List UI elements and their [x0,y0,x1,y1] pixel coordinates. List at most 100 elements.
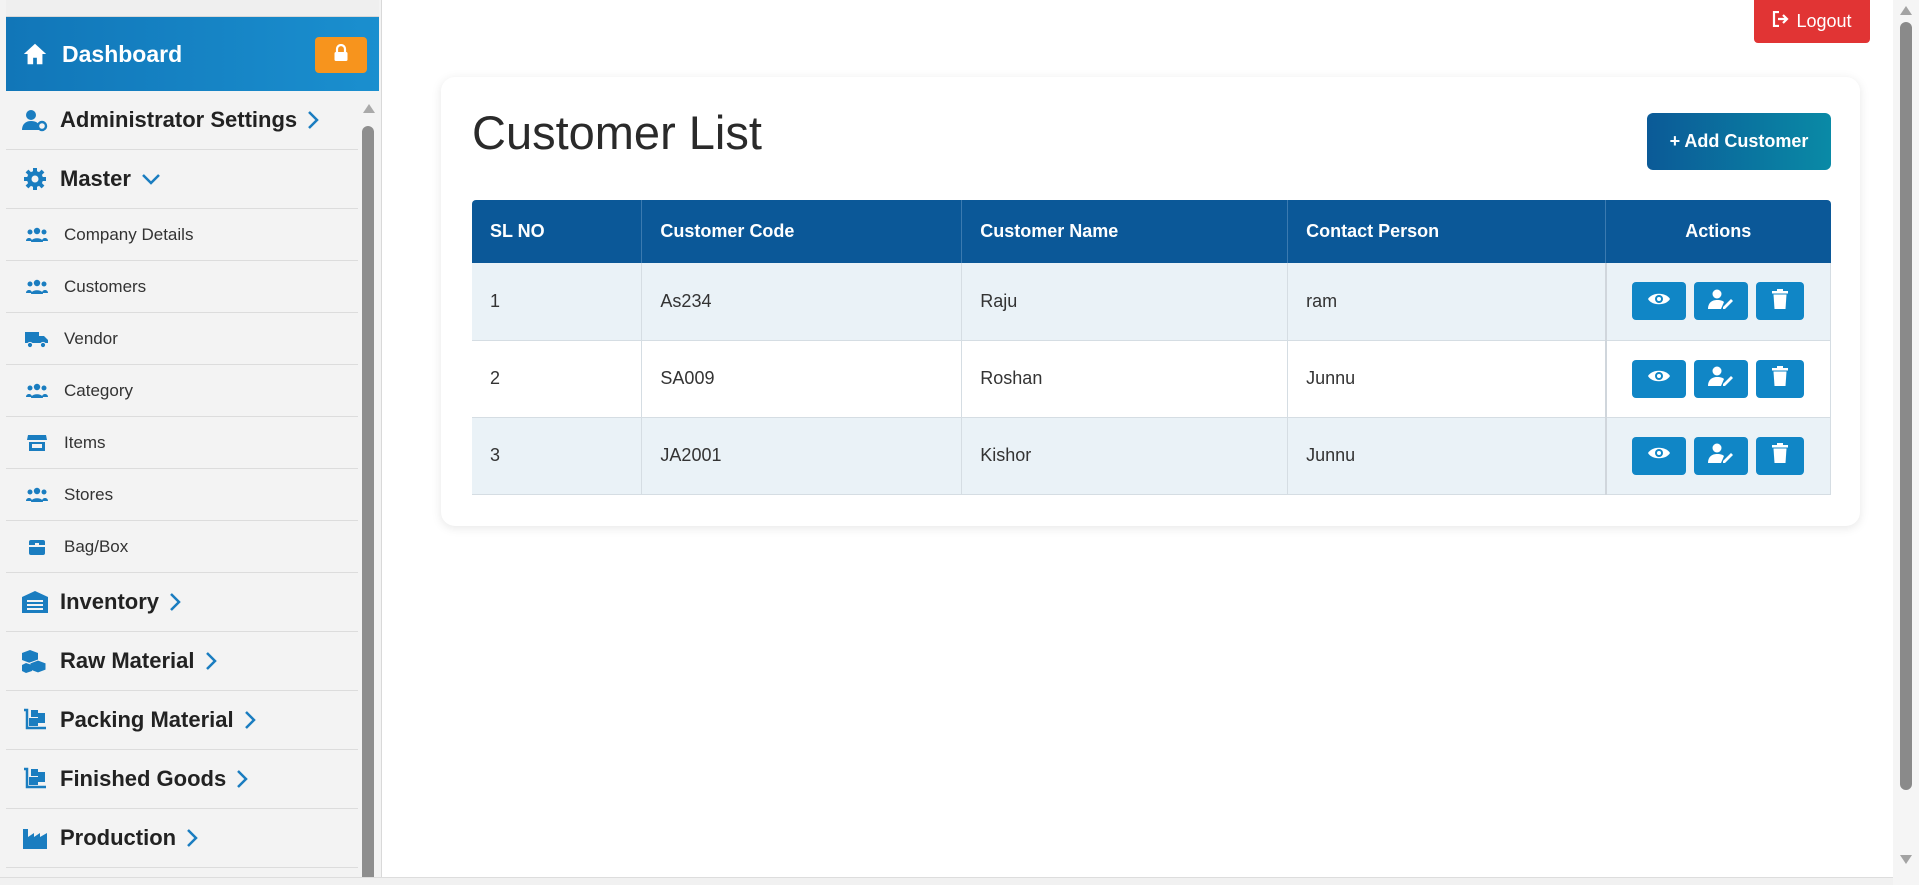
lock-button[interactable] [315,37,367,73]
sidebar: Dashboard Administrator Settings Master [0,0,382,885]
sidebar-item-company-details[interactable]: Company Details [6,209,358,261]
edit-button[interactable] [1694,282,1749,321]
dolly-icon [22,707,48,733]
table-row: 1 As234 Raju ram [472,263,1831,341]
boxes-icon [22,648,48,674]
sidebar-item-dashboard[interactable]: Dashboard [6,17,379,91]
edit-button[interactable] [1694,436,1749,475]
page-scrollbar[interactable] [1893,0,1919,885]
column-header: Contact Person [1287,200,1606,263]
column-header: Customer Name [961,200,1289,263]
view-button[interactable] [1632,359,1687,398]
user-edit-icon [1708,366,1734,391]
delete-button[interactable] [1756,436,1805,475]
sidebar-item-stores[interactable]: Stores [6,469,358,521]
delete-button[interactable] [1756,282,1805,321]
sidebar-item-label: Inventory [60,589,160,614]
users-icon [24,482,50,508]
sidebar-top-strip [6,0,379,17]
sidebar-item-label: Stores [64,484,114,504]
lock-icon [333,43,349,67]
scroll-up-arrow-icon[interactable] [363,104,375,113]
scroll-down-arrow-icon[interactable] [1900,855,1912,864]
gear-icon [22,166,48,192]
sidebar-item-category[interactable]: Category [6,365,358,417]
users-icon [24,222,50,248]
table-cell: 2 [472,340,643,418]
table-cell: Raju [961,263,1289,341]
sidebar-item-label: Bag/Box [64,536,129,556]
user-edit-icon [1708,443,1734,468]
column-header: SL NO [472,200,643,263]
eye-icon [1647,445,1671,466]
sign-out-icon [1772,10,1790,32]
sidebar-item-customers[interactable]: Customers [6,261,358,313]
view-button[interactable] [1632,282,1687,321]
sidebar-item-bag-box[interactable]: Bag/Box [6,521,358,573]
table-cell: Kishor [961,417,1289,495]
dashboard-label: Dashboard [62,40,183,67]
table-cell: 1 [472,263,643,341]
table-cell: JA2001 [641,417,963,495]
table-cell: 3 [472,417,643,495]
customer-list-card: Customer List + Add Customer SL NO Custo… [441,77,1860,526]
sidebar-item-label: Administrator Settings [60,107,298,132]
sidebar-item-label: Raw Material [60,648,195,673]
table-cell: Roshan [961,340,1289,418]
sidebar-item-administrator-settings[interactable]: Administrator Settings [6,91,358,150]
column-header: Customer Code [641,200,963,263]
add-customer-button[interactable]: + Add Customer [1647,113,1831,170]
table-cell: As234 [641,263,963,341]
table-cell: Junnu [1287,417,1606,495]
sidebar-item-label: Vendor [64,328,118,348]
store-icon [24,430,50,456]
sidebar-item-raw-material[interactable]: Raw Material [6,632,358,691]
trash-icon [1772,288,1789,314]
trash-icon [1772,366,1789,391]
logout-label: Logout [1796,11,1852,31]
customer-table: SL NO Customer Code Customer Name Contac… [472,200,1831,495]
chevron-down-icon [141,173,161,185]
sidebar-item-label: Items [64,432,106,452]
sidebar-item-vendor[interactable]: Vendor [6,313,358,365]
table-row: 2 SA009 Roshan Junnu [472,340,1831,418]
table-cell: Junnu [1287,340,1606,418]
actions-cell [1604,417,1831,495]
sidebar-item-items[interactable]: Items [6,417,358,469]
user-gear-icon [22,107,48,133]
view-button[interactable] [1632,436,1687,475]
chevron-right-icon [186,828,198,848]
table-cell: SA009 [641,340,963,418]
sidebar-item-packing-material[interactable]: Packing Material [6,691,358,750]
sidebar-menu: Administrator Settings Master Company De… [6,91,358,868]
actions-cell [1604,340,1831,418]
sidebar-scrollbar[interactable] [359,96,379,885]
scrollbar-thumb[interactable] [362,126,374,885]
industry-icon [22,825,48,851]
eye-icon [1647,368,1671,389]
table-header-row: SL NO Customer Code Customer Name Contac… [472,200,1831,263]
dolly-icon [22,766,48,792]
sidebar-item-inventory[interactable]: Inventory [6,573,358,632]
delete-button[interactable] [1756,359,1805,398]
sidebar-item-label: Finished Goods [60,766,227,791]
edit-button[interactable] [1694,359,1749,398]
page-title: Customer List [472,106,762,159]
chevron-right-icon [244,710,256,730]
scrollbar-thumb[interactable] [1900,22,1912,790]
table-cell: ram [1287,263,1606,341]
sidebar-item-label: Packing Material [60,707,234,732]
users-icon [24,274,50,300]
chevron-right-icon [236,769,249,789]
sidebar-item-finished-goods[interactable]: Finished Goods [6,750,358,809]
scroll-up-arrow-icon[interactable] [1900,6,1912,15]
chevron-right-icon [169,592,181,612]
sidebar-item-label: Production [60,825,177,850]
logout-button[interactable]: Logout [1754,0,1870,43]
column-header: Actions [1605,200,1831,263]
sidebar-item-production[interactable]: Production [6,809,358,868]
user-edit-icon [1708,289,1734,314]
sidebar-item-master[interactable]: Master [6,150,358,209]
table-row: 3 JA2001 Kishor Junnu [472,417,1831,495]
sidebar-item-label: Category [64,380,133,400]
